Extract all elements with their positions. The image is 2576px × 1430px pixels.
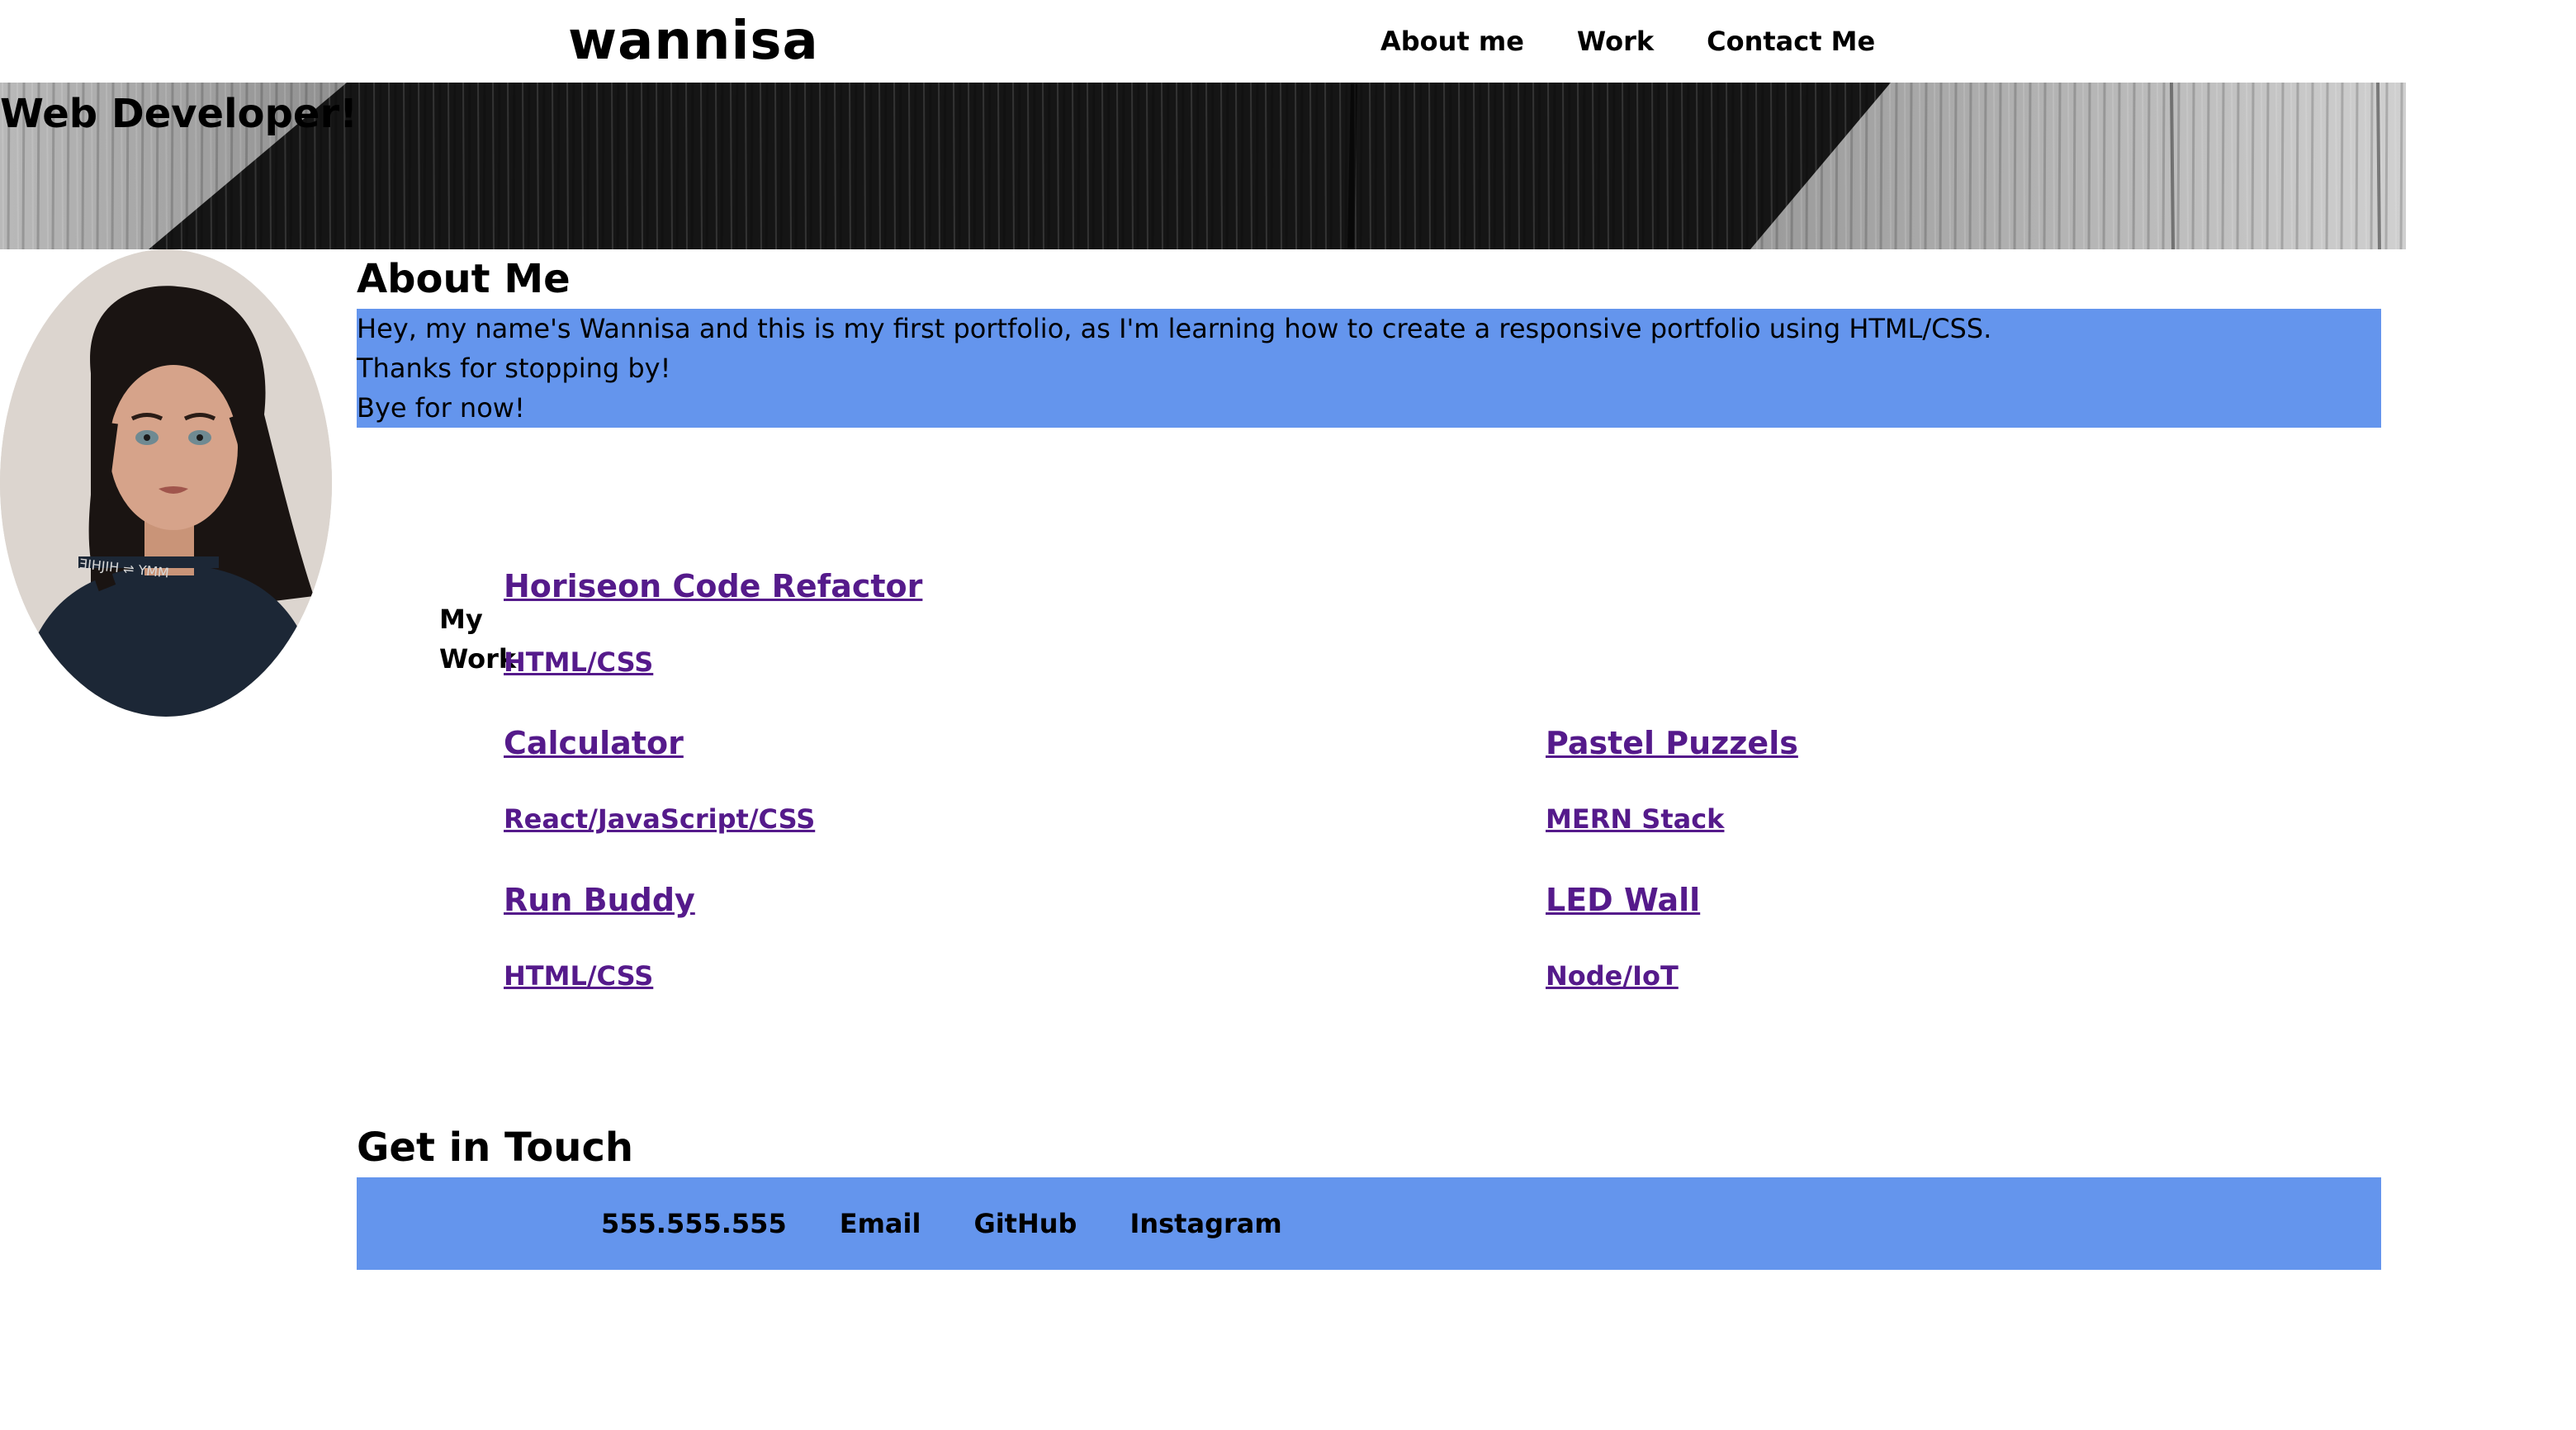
- project-tech-link[interactable]: MERN Stack: [1546, 801, 1798, 837]
- project-title-link[interactable]: Run Buddy: [504, 880, 695, 920]
- project-card-run-buddy[interactable]: Run Buddy HTML/CSS: [504, 880, 695, 994]
- profile-photo: ƎIHJIH ⇌ YMM: [0, 249, 332, 717]
- contact-instagram-link[interactable]: Instagram: [1129, 1205, 1281, 1242]
- project-tech-link[interactable]: React/JavaScript/CSS: [504, 801, 815, 837]
- contact-email-link[interactable]: Email: [840, 1205, 921, 1242]
- site-header: wannisa About me Work Contact Me: [0, 0, 2408, 83]
- contact-bar: 555.555.555 Email GitHub Instagram: [357, 1177, 2381, 1270]
- about-heading: About Me: [357, 256, 571, 302]
- contact-heading: Get in Touch: [357, 1125, 634, 1171]
- contact-phone-link[interactable]: 555.555.555: [601, 1205, 787, 1242]
- hero-background-image: [0, 83, 2406, 249]
- contact-github-link[interactable]: GitHub: [973, 1205, 1077, 1242]
- brand-name[interactable]: wannisa: [568, 3, 819, 79]
- profile-avatar: ƎIHJIH ⇌ YMM: [0, 249, 332, 717]
- about-line-intro: Hey, my name's Wannisa and this is my fi…: [357, 313, 1992, 344]
- nav-contact-me[interactable]: Contact Me: [1707, 23, 1875, 59]
- project-card-led-wall[interactable]: LED Wall Node/IoT: [1546, 880, 1700, 994]
- project-title-link[interactable]: LED Wall: [1546, 880, 1700, 920]
- project-card-pastel-puzzels[interactable]: Pastel Puzzels MERN Stack: [1546, 723, 1798, 837]
- project-card-calculator[interactable]: Calculator React/JavaScript/CSS: [504, 723, 815, 837]
- project-title-link[interactable]: Pastel Puzzels: [1546, 723, 1798, 763]
- project-tech-link[interactable]: Node/IoT: [1546, 958, 1700, 994]
- project-title-link[interactable]: Calculator: [504, 723, 815, 763]
- project-tech-link[interactable]: HTML/CSS: [504, 958, 695, 994]
- contact-links: 555.555.555 Email GitHub Instagram: [601, 1205, 1282, 1242]
- nav-work[interactable]: Work: [1577, 23, 1654, 59]
- nav-about-me[interactable]: About me: [1380, 23, 1524, 59]
- about-text-box: Hey, my name's Wannisa and this is my fi…: [357, 309, 2381, 428]
- project-card-horiseon[interactable]: Horiseon Code Refactor HTML/CSS: [504, 566, 922, 680]
- about-line-thanks: Thanks for stopping by!: [357, 353, 671, 384]
- project-tech-link[interactable]: HTML/CSS: [504, 644, 922, 680]
- main-nav: About me Work Contact Me: [1380, 23, 1875, 59]
- project-title-link[interactable]: Horiseon Code Refactor: [504, 566, 922, 606]
- hero-banner: Web Developer!: [0, 83, 2406, 249]
- about-line-bye: Bye for now!: [357, 392, 525, 424]
- hero-title: Web Developer!: [0, 91, 358, 137]
- work-section-label: My Work: [439, 604, 517, 675]
